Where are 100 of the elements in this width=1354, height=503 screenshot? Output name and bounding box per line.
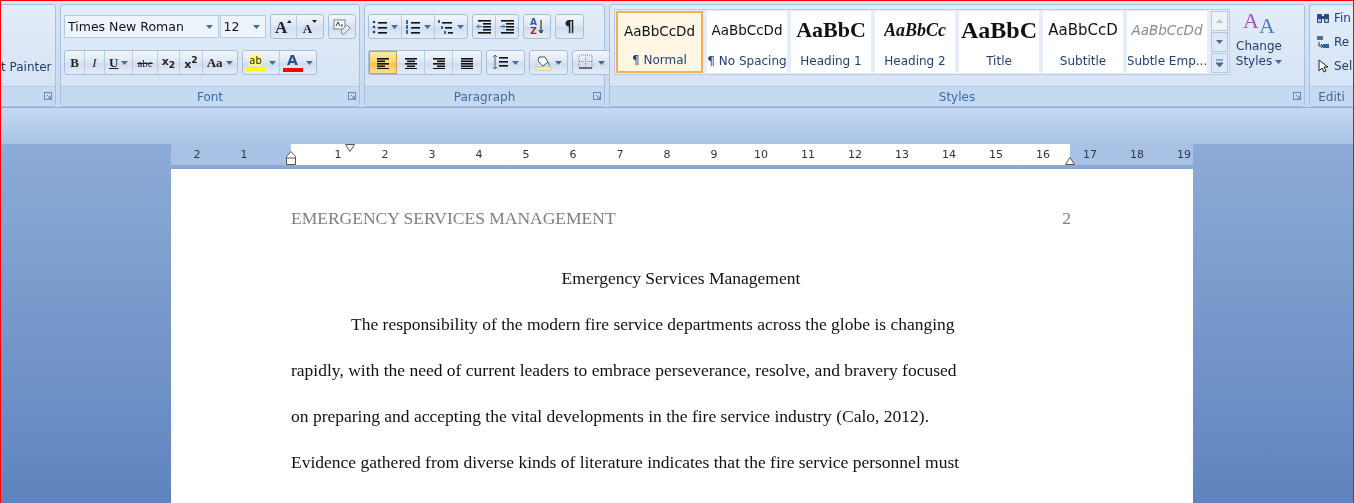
group-label: Font (196, 89, 224, 104)
ruler-number: 3 (427, 148, 437, 161)
ruler-number: 9 (709, 148, 719, 161)
body-text-line: The responsibility of the modern fire service departments across the globe is changing (350, 313, 956, 335)
caret-icon (555, 60, 562, 65)
caret-icon (598, 60, 605, 65)
highlight-button[interactable]: ab (242, 51, 280, 74)
style-item[interactable]: AaBbC Heading 1 (791, 11, 871, 73)
ruler-number: 8 (662, 148, 672, 161)
border-grid-icon (578, 54, 595, 71)
body-text-line: Evidence gathered from diverse kinds of literature indicates that the fire service personnel must (291, 451, 961, 473)
style-item[interactable]: AaBbCcDd Subtle Emp... (1127, 11, 1207, 73)
ruler-number: 18 (1129, 148, 1145, 161)
group-label: Editi (1318, 89, 1345, 104)
dialog-launcher-icon (1293, 92, 1301, 100)
caret-icon (305, 60, 313, 65)
ruler-number: 7 (615, 148, 625, 161)
caret-icon (512, 60, 519, 65)
ruler-number: 19 (1176, 148, 1192, 161)
select-button[interactable]: Sel (1316, 56, 1353, 76)
page-number: 2 (1062, 208, 1071, 229)
clear-formatting-button[interactable] (328, 14, 356, 39)
align-justify-icon (460, 56, 474, 69)
align-left-icon (376, 56, 390, 69)
caret-icon (457, 24, 464, 29)
paint-bucket-button[interactable] (529, 50, 568, 75)
styles-glyph-icon: AA (1243, 9, 1275, 39)
ruler-number: 14 (941, 148, 957, 161)
binoculars-icon (1316, 11, 1330, 25)
running-header: EMERGENCY SERVICES MANAGEMENT (291, 208, 616, 229)
align-left-button[interactable] (369, 51, 397, 74)
caret-icon (391, 24, 398, 29)
line-spacing-icon (492, 54, 509, 71)
caret-icon (268, 60, 276, 65)
superscript-button[interactable]: x$^{2}$ (180, 51, 203, 74)
ruler-number: 12 (847, 148, 863, 161)
change-case-button[interactable]: Aa (202, 51, 237, 74)
up-arrow-icon (287, 20, 292, 23)
subscript-button[interactable]: x$_{2}$ (157, 51, 181, 74)
ruler-number: 15 (988, 148, 1004, 161)
font-name-field[interactable]: Times New Roman (64, 15, 219, 38)
style-item[interactable]: AaBbCcDd ¶ No Spacing (707, 11, 787, 73)
bullet-list-icon (372, 18, 388, 35)
caret-icon (253, 24, 260, 29)
line-spacing-button[interactable] (486, 50, 525, 75)
body-text-line: on preparing and accepting the vital developments in the fire service industry (Calo, 2012). (291, 405, 931, 427)
style-item[interactable]: AaBbC Title (959, 11, 1039, 73)
dialog-launcher-icon (44, 92, 52, 100)
paint-bucket-icon (535, 54, 552, 71)
align-center-icon (403, 56, 418, 69)
sort-button[interactable]: A Z (523, 14, 551, 39)
down-arrow-icon (538, 18, 544, 35)
bold-button[interactable]: B (65, 51, 85, 74)
ruler-number: 11 (800, 148, 816, 161)
right-indent-icon (1065, 157, 1075, 165)
group-label: Paragraph (453, 89, 516, 104)
body-text-line: rapidly, with the need of current leaders to embrace perseverance, resolve, and bravery focused (291, 359, 958, 381)
ruler-number: 10 (753, 148, 769, 161)
italic-button[interactable]: I (85, 51, 105, 74)
ruler-number: 6 (568, 148, 578, 161)
font-color-button[interactable]: A (279, 51, 316, 74)
align-right-icon (431, 56, 446, 69)
decrease-indent-button[interactable] (473, 15, 496, 38)
group-label: Styles (938, 89, 976, 104)
ruler-number: 2 (192, 148, 202, 161)
multilevel-list-icon (438, 18, 454, 35)
ruler-number: 17 (1082, 148, 1098, 161)
ruler-number: 16 (1035, 148, 1051, 161)
strikethrough-button[interactable]: abc (133, 51, 158, 74)
replace-button[interactable]: Re (1316, 32, 1353, 52)
ruler-number: 13 (894, 148, 910, 161)
border-grid-button[interactable] (572, 50, 611, 75)
decrease-indent-icon (476, 18, 492, 35)
ruler-number: 2 (380, 148, 390, 161)
replace-icon (1316, 35, 1330, 49)
eraser-icon (333, 18, 351, 35)
caret-icon (1275, 59, 1283, 64)
ruler-number: 1 (239, 148, 249, 161)
left-indent-icon (286, 151, 296, 165)
ruler-number: 5 (521, 148, 531, 161)
font-size-field[interactable]: 12 (219, 15, 266, 38)
caret-icon (424, 24, 431, 29)
dialog-launcher-icon (593, 92, 601, 100)
increase-indent-icon (499, 18, 515, 35)
change-styles-button[interactable]: AA Change Styles (1234, 9, 1284, 86)
ruler-number: 1 (333, 148, 343, 161)
shrink-font-button[interactable]: A (297, 15, 323, 38)
grow-font-button[interactable]: A (271, 15, 297, 38)
find-button[interactable]: Fin (1316, 8, 1353, 28)
dialog-launcher-icon (348, 92, 356, 100)
down-arrow-icon (312, 20, 318, 23)
style-item[interactable]: AaBbCcD Subtitle (1043, 11, 1123, 73)
numbered-list-icon (405, 18, 421, 35)
show-formatting-button[interactable]: ¶ (555, 14, 584, 39)
style-item[interactable]: AaBbCcDd ¶ Normal (616, 11, 703, 73)
cursor-arrow-icon (1316, 59, 1330, 73)
document-title: Emergency Services Management (560, 267, 802, 289)
caret-icon (205, 24, 213, 29)
format-painter-button[interactable]: t Painter (1, 60, 55, 74)
underline-button[interactable]: U (105, 51, 134, 74)
